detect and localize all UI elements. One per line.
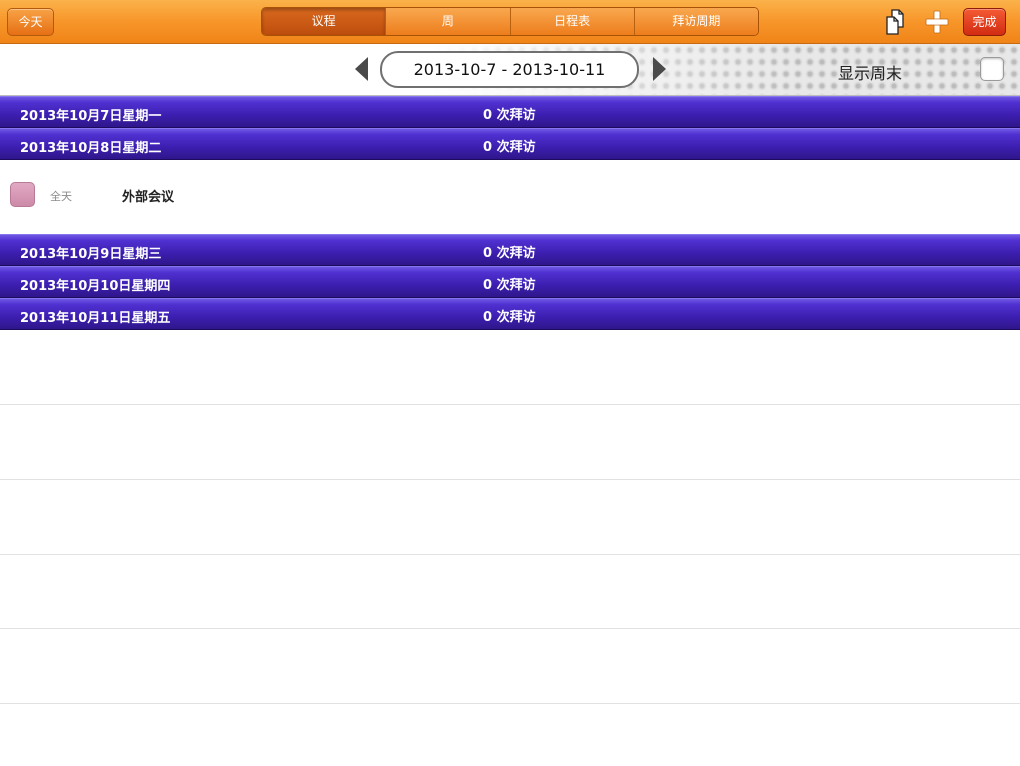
- day-header[interactable]: 2013年10月8日星期二 0 次拜访: [0, 128, 1020, 160]
- view-segmented-control: 议程 周 日程表 拜访周期: [261, 7, 759, 36]
- day-date: 2013年10月7日星期一: [20, 109, 162, 124]
- day-header[interactable]: 2013年10月9日星期三 0 次拜访: [0, 234, 1020, 266]
- tab-schedule[interactable]: 日程表: [509, 8, 634, 35]
- next-week-arrow-icon[interactable]: [653, 57, 666, 81]
- date-range-display[interactable]: 2013-10-7 - 2013-10-11: [380, 51, 639, 88]
- event-title: 外部会议: [122, 190, 175, 205]
- day-date: 2013年10月9日星期三: [20, 247, 162, 262]
- event-all-day-label: 全天: [50, 190, 72, 203]
- day-visit-count: 0 次拜访: [483, 108, 536, 123]
- top-toolbar: 今天 议程 周 日程表 拜访周期 完成: [0, 0, 1020, 44]
- day-visit-count: 0 次拜访: [483, 310, 536, 325]
- day-date: 2013年10月8日星期二: [20, 141, 162, 156]
- list-separator: [0, 554, 1020, 555]
- event-color-swatch: [10, 182, 35, 207]
- show-weekend-checkbox[interactable]: [980, 57, 1004, 81]
- tab-agenda[interactable]: 议程: [262, 8, 386, 35]
- copy-icon[interactable]: [884, 9, 910, 35]
- tab-week[interactable]: 周: [385, 8, 510, 35]
- date-navigation-bar: 2013-10-7 - 2013-10-11 显示周末: [0, 44, 1020, 96]
- day-header[interactable]: 2013年10月7日星期一 0 次拜访: [0, 96, 1020, 128]
- event-row[interactable]: 全天 外部会议: [0, 160, 1020, 234]
- day-date: 2013年10月10日星期四: [20, 279, 171, 294]
- list-separator: [0, 628, 1020, 629]
- tab-visit-cycle[interactable]: 拜访周期: [633, 8, 758, 35]
- day-header[interactable]: 2013年10月11日星期五 0 次拜访: [0, 298, 1020, 330]
- done-button[interactable]: 完成: [963, 8, 1006, 36]
- day-visit-count: 0 次拜访: [483, 278, 536, 293]
- plus-icon[interactable]: [924, 9, 950, 35]
- day-header[interactable]: 2013年10月10日星期四 0 次拜访: [0, 266, 1020, 298]
- day-visit-count: 0 次拜访: [483, 140, 536, 155]
- list-separator: [0, 479, 1020, 480]
- list-separator: [0, 404, 1020, 405]
- today-button[interactable]: 今天: [7, 8, 54, 36]
- day-visit-count: 0 次拜访: [483, 246, 536, 261]
- list-separator: [0, 703, 1020, 704]
- day-date: 2013年10月11日星期五: [20, 311, 171, 326]
- show-weekend-label: 显示周末: [838, 64, 903, 83]
- previous-week-arrow-icon[interactable]: [355, 57, 368, 81]
